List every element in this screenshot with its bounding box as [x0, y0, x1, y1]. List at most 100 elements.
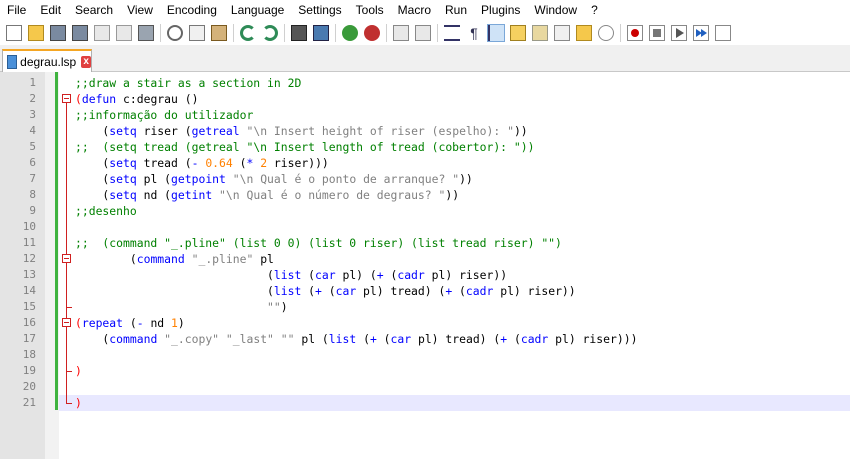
line-number: 2	[29, 92, 36, 105]
line-number: 10	[22, 220, 36, 233]
code-line[interactable]: 15 "")	[0, 299, 850, 315]
code-text: )	[75, 364, 82, 378]
line-number: 21	[22, 396, 36, 409]
code-line[interactable]: 17 (command "_.copy" "_last" "" pl (list…	[0, 331, 850, 347]
menu-edit[interactable]: Edit	[33, 0, 68, 21]
redo-icon[interactable]	[262, 25, 278, 41]
sync-vertical-icon[interactable]	[393, 25, 409, 41]
doc-map-icon[interactable]	[532, 25, 548, 41]
function-list-icon[interactable]	[554, 25, 570, 41]
stop-square	[653, 29, 661, 37]
tab-degrau-lsp[interactable]: degrau.lsp x	[2, 49, 92, 72]
code-line[interactable]: 10	[0, 219, 850, 235]
code-line[interactable]: 16 (repeat (- nd 1)	[0, 315, 850, 331]
menu-run[interactable]: Run	[438, 0, 474, 21]
menu-encoding[interactable]: Encoding	[160, 0, 224, 21]
find-icon[interactable]	[291, 25, 307, 41]
code-text: (command "_.pline" pl	[75, 252, 274, 266]
code-line[interactable]: 19)	[0, 363, 850, 379]
code-text: (list (+ (car pl) tread) (+ (cadr pl) ri…	[75, 284, 576, 298]
editor[interactable]: 1 ;;draw a stair as a section in 2D 2 (defu…	[0, 72, 850, 459]
copy-icon[interactable]	[189, 25, 205, 41]
stop-record-icon[interactable]	[649, 25, 665, 41]
code-line[interactable]: 2 (defun c:degrau ()	[0, 91, 850, 107]
show-all-chars-icon[interactable]: ¶	[466, 25, 482, 41]
close-all-icon[interactable]	[116, 25, 132, 41]
tab-label: degrau.lsp	[20, 54, 77, 69]
fast-forward-2	[701, 29, 707, 37]
file-icon	[7, 54, 18, 69]
code-line[interactable]: 5 ;; (setq tread (getreal "\n Insert leng…	[0, 139, 850, 155]
menu-settings[interactable]: Settings	[291, 0, 348, 21]
fold-toggle-icon[interactable]	[62, 94, 71, 103]
line-number: 14	[22, 284, 36, 297]
print-icon[interactable]	[138, 25, 154, 41]
code-line[interactable]: 7 (setq pl (getpoint "\n Qual é o ponto …	[0, 171, 850, 187]
code-line[interactable]: 18	[0, 347, 850, 363]
monitoring-icon[interactable]	[598, 25, 614, 41]
code-line[interactable]: 4 (setq riser (getreal "\n Insert height…	[0, 123, 850, 139]
code-line[interactable]: 1 ;;draw a stair as a section in 2D	[0, 75, 850, 91]
menu-help[interactable]: ?	[584, 0, 605, 21]
new-file-icon[interactable]	[6, 25, 22, 41]
line-number: 13	[22, 268, 36, 281]
line-number: 11	[22, 236, 36, 249]
code-line[interactable]: 8 (setq nd (getint "\n Qual é o número d…	[0, 187, 850, 203]
udl-icon[interactable]	[510, 25, 526, 41]
close-tab-icon[interactable]: x	[81, 55, 91, 68]
line-number: 16	[22, 316, 36, 329]
indent-guide-icon[interactable]	[487, 24, 505, 42]
code-line[interactable]: 14 (list (+ (car pl) tread) (+ (cadr pl)…	[0, 283, 850, 299]
cut-icon[interactable]	[167, 25, 183, 41]
line-number: 6	[29, 156, 36, 169]
zoom-in-icon[interactable]	[342, 25, 358, 41]
record-dot	[631, 29, 639, 37]
code-line[interactable]: 21)	[0, 395, 850, 411]
fold-toggle-icon[interactable]	[62, 254, 71, 263]
save-all-icon[interactable]	[72, 25, 88, 41]
code-text: (repeat (- nd 1)	[75, 316, 185, 330]
menu-language[interactable]: Language	[224, 0, 291, 21]
save-macro-icon[interactable]	[715, 25, 731, 41]
code-text: ;;draw a stair as a section in 2D	[75, 76, 302, 90]
code-line[interactable]: 6 (setq tread (- 0.64 (* 2 riser)))	[0, 155, 850, 171]
menu-view[interactable]: View	[120, 0, 160, 21]
menu-file[interactable]: File	[0, 0, 33, 21]
line-number: 12	[22, 252, 36, 265]
fold-toggle-icon[interactable]	[62, 318, 71, 327]
line-number: 18	[22, 348, 36, 361]
record-macro-icon[interactable]	[627, 25, 643, 41]
save-icon[interactable]	[50, 25, 66, 41]
line-number: 15	[22, 300, 36, 313]
line-number: 19	[22, 364, 36, 377]
menu-plugins[interactable]: Plugins	[474, 0, 527, 21]
menu-tools[interactable]: Tools	[349, 0, 391, 21]
code-line[interactable]: 11 ;; (command "_.pline" (list 0 0) (list…	[0, 235, 850, 251]
menu-search[interactable]: Search	[68, 0, 120, 21]
run-macro-multiple-icon[interactable]	[693, 25, 709, 41]
code-line[interactable]: 20	[0, 379, 850, 395]
sync-horizontal-icon[interactable]	[415, 25, 431, 41]
code-line[interactable]: 9 ;;desenho	[0, 203, 850, 219]
toolbar-separator	[335, 24, 336, 42]
line-number: 20	[22, 380, 36, 393]
folder-as-workspace-icon[interactable]	[576, 25, 592, 41]
code-line[interactable]: 13 (list (car pl) (+ (cadr pl) riser))	[0, 267, 850, 283]
code-text: ;; (command "_.pline" (list 0 0) (list 0…	[75, 236, 562, 250]
line-number: 17	[22, 332, 36, 345]
code-text: (list (car pl) (+ (cadr pl) riser))	[75, 268, 508, 282]
word-wrap-icon[interactable]	[444, 25, 460, 41]
replace-icon[interactable]	[313, 25, 329, 41]
toolbar-separator	[233, 24, 234, 42]
undo-icon[interactable]	[240, 25, 256, 41]
close-icon[interactable]	[94, 25, 110, 41]
open-file-icon[interactable]	[28, 25, 44, 41]
code-line[interactable]: 3 ;;informação do utilizador	[0, 107, 850, 123]
code-line[interactable]: 12 (command "_.pline" pl	[0, 251, 850, 267]
menu-macro[interactable]: Macro	[391, 0, 438, 21]
play-macro-icon[interactable]	[671, 25, 687, 41]
menu-window[interactable]: Window	[527, 0, 584, 21]
paste-icon[interactable]	[211, 25, 227, 41]
line-number: 1	[29, 76, 36, 89]
zoom-out-icon[interactable]	[364, 25, 380, 41]
